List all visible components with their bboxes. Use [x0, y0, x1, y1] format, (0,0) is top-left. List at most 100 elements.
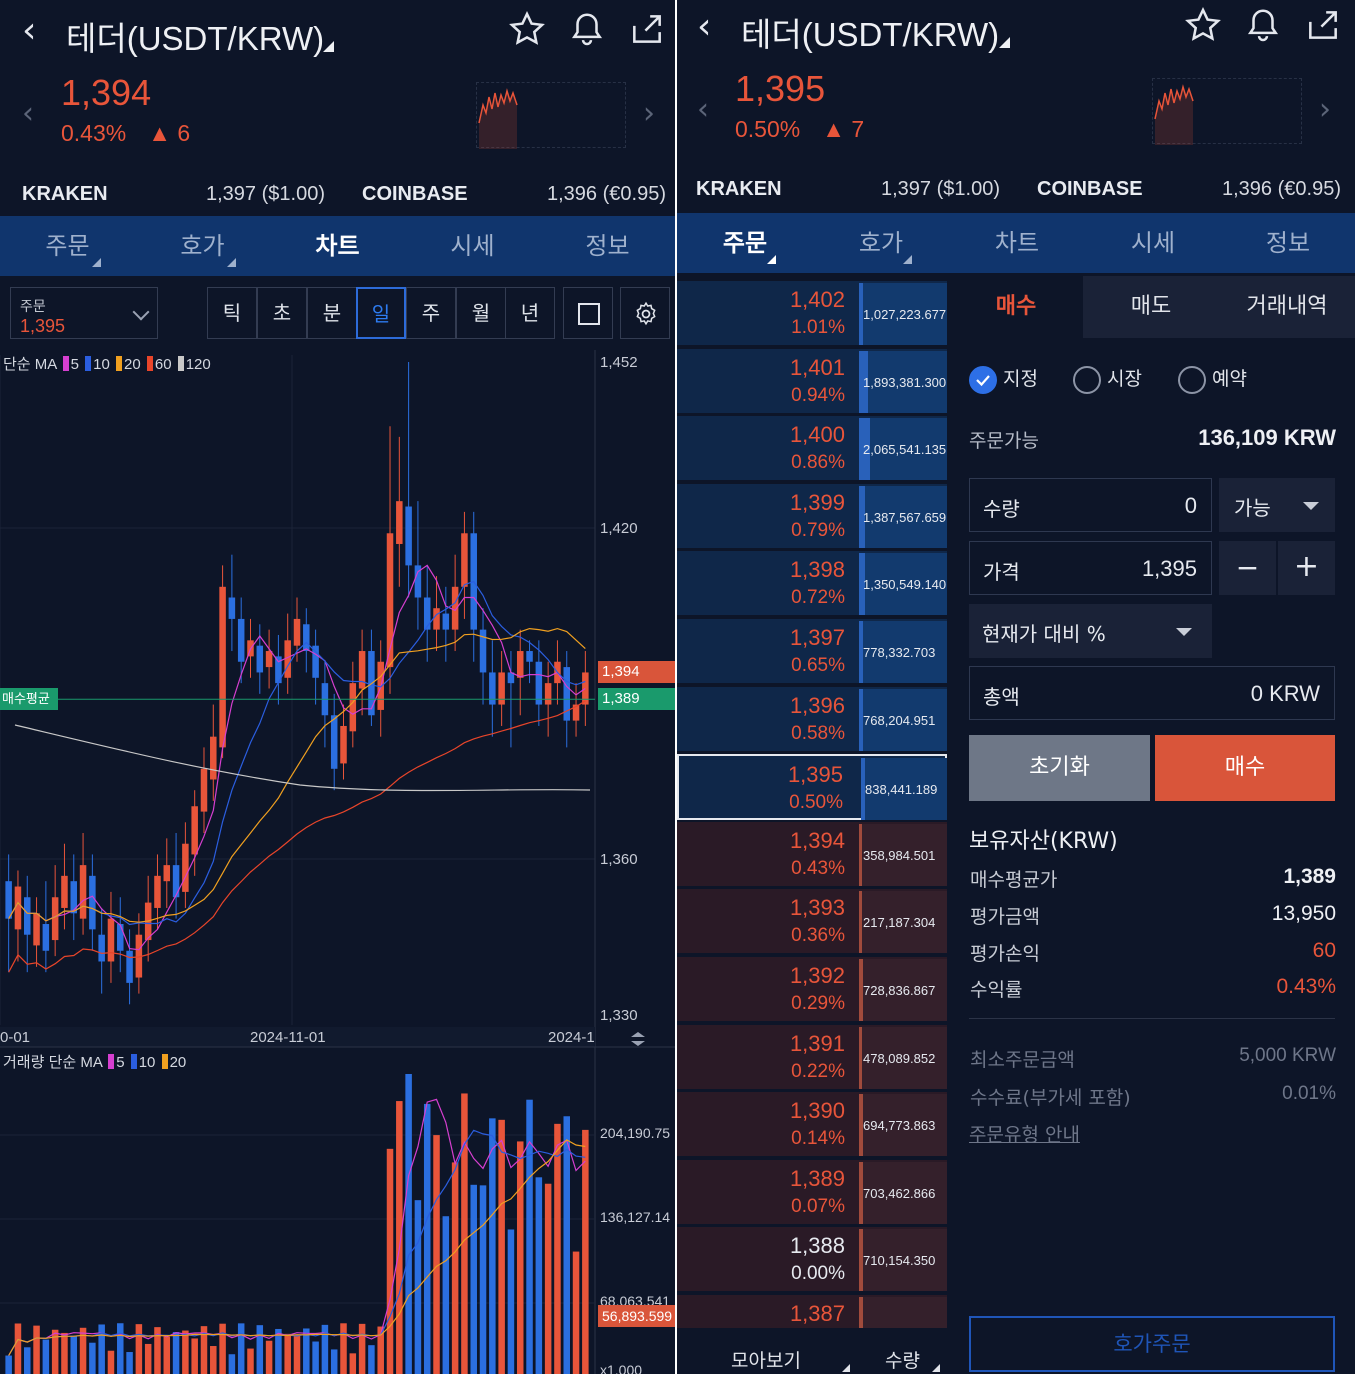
orderbook-row[interactable]: 1,387 [677, 1295, 947, 1328]
quantity-field[interactable]: 수량 0 [969, 478, 1212, 532]
chart-settings-button[interactable] [620, 287, 670, 339]
holdings-title: 보유자산(KRW) [969, 829, 1118, 854]
orderbook-change: 0.94% [791, 384, 845, 406]
drawing-tool-button[interactable] [563, 287, 613, 339]
price-increase-button[interactable]: + [1278, 541, 1335, 595]
back-icon[interactable]: ‹ [22, 10, 36, 51]
candle-body [42, 924, 50, 951]
orderbook-row[interactable]: 1,389 0.07% 703,462.866 [677, 1159, 947, 1226]
tab-label: 주문 [722, 229, 768, 257]
timeframe-week[interactable]: 주 [406, 287, 456, 339]
tab-orderbook[interactable]: 호가 [813, 213, 949, 273]
tab-market[interactable]: 시세 [1085, 213, 1221, 273]
page-title[interactable]: 테더(USDT/KRW) [66, 12, 324, 60]
orderbook[interactable]: 1,402 1.01% 1,027,223.677 1,401 0.94% 1,893,3… [677, 275, 947, 1328]
quote-order-button[interactable]: 호가주문 [969, 1316, 1335, 1372]
candlestick-chart[interactable] [0, 350, 675, 1374]
tab-info[interactable]: 정보 [1221, 213, 1355, 273]
share-icon[interactable] [628, 10, 666, 48]
timeframe-year[interactable]: 년 [505, 287, 555, 339]
share-icon[interactable] [1304, 6, 1342, 44]
resize-handle-icon[interactable] [628, 1031, 648, 1047]
page-title[interactable]: 테더(USDT/KRW) [741, 8, 999, 56]
orderbook-row[interactable]: 1,391 0.22% 478,089.852 [677, 1024, 947, 1091]
candle-body [303, 624, 310, 652]
reset-button[interactable]: 초기화 [969, 735, 1150, 801]
star-icon[interactable] [1184, 6, 1222, 44]
sell-tab[interactable]: 매도 [1083, 276, 1219, 338]
sparkline[interactable] [1152, 78, 1302, 145]
order-type-limit[interactable]: 지정 [969, 364, 1038, 394]
price-decrease-button[interactable]: − [1219, 541, 1276, 595]
orderbook-row[interactable]: 1,395 0.50% 838,441.189 [677, 754, 947, 821]
order-type-reserve[interactable]: 예약 [1178, 364, 1247, 394]
orderbook-row[interactable]: 1,397 0.65% 778,332.703 [677, 619, 947, 685]
buy-button[interactable]: 매수 [1155, 735, 1335, 801]
radio-label: 예약 [1212, 368, 1247, 390]
candle-body [526, 651, 533, 662]
volume-ma-legend: 거래량 단순 MA 5 10 20 [3, 1051, 186, 1072]
total-field[interactable]: 총액 0 KRW [969, 666, 1335, 720]
candle-body [79, 865, 87, 919]
star-icon[interactable] [508, 10, 546, 48]
next-coin-icon[interactable]: › [643, 96, 655, 131]
prev-coin-icon[interactable]: ‹ [22, 96, 34, 131]
timeframe-tick[interactable]: 틱 [207, 287, 257, 339]
bell-icon[interactable] [568, 10, 606, 48]
timeframe-second[interactable]: 초 [257, 287, 307, 339]
next-coin-icon[interactable]: › [1319, 92, 1331, 127]
orderbook-row[interactable]: 1,402 1.01% 1,027,223.677 [677, 281, 947, 347]
orderbook-row[interactable]: 1,390 0.14% 694,773.863 [677, 1092, 947, 1159]
timeframe-day[interactable]: 일 [356, 287, 406, 339]
title-dropdown-icon[interactable] [999, 37, 1010, 48]
tab-chart[interactable]: 차트 [270, 216, 405, 276]
price-axis-label: 1,360 [600, 851, 638, 868]
orderbook-row[interactable]: 1,399 0.79% 1,387,567.659 [677, 483, 947, 550]
percent-select[interactable]: 현재가 대비 % [969, 604, 1212, 658]
tab-order[interactable]: 주문 [677, 213, 813, 273]
orderbook-row[interactable]: 1,400 0.86% 2,065,541.135 [677, 416, 947, 483]
orderbook-price: 1,400 [789, 422, 845, 448]
prev-coin-icon[interactable]: ‹ [697, 92, 709, 127]
tab-info[interactable]: 정보 [540, 216, 675, 276]
volume-bar [451, 1162, 459, 1374]
buy-tab[interactable]: 매수 [949, 276, 1083, 338]
order-type-market[interactable]: 시장 [1073, 364, 1142, 394]
volume-axis-label: x1,000 [600, 1362, 643, 1374]
order-type-guide-link[interactable]: 주문유형 안내 [969, 1120, 1080, 1147]
quantity-option-select[interactable]: 가능 [1219, 478, 1335, 532]
orderbook-row[interactable]: 1,393 0.36% 217,187.304 [677, 889, 947, 956]
back-icon[interactable]: ‹ [697, 6, 711, 47]
timeframe-minute[interactable]: 분 [307, 287, 357, 339]
candle-body [182, 843, 189, 892]
quantity-view-button[interactable]: 수량 [885, 1346, 920, 1373]
orderbook-row[interactable]: 1,401 0.94% 1,893,381.300 [677, 348, 947, 415]
timeframe-month[interactable]: 월 [456, 287, 506, 339]
volume-bar [14, 1323, 22, 1374]
tab-market[interactable]: 시세 [405, 216, 540, 276]
history-tab[interactable]: 거래내역 [1219, 276, 1355, 338]
order-select[interactable]: 주문 1,395 [10, 287, 158, 339]
orderbook-volume-fill [859, 621, 863, 683]
title-dropdown-icon[interactable] [323, 41, 334, 52]
orderbook-row[interactable]: 1,394 0.43% 358,984.501 [677, 821, 947, 888]
tab-order[interactable]: 주문 [0, 216, 135, 276]
volume-bar [368, 1345, 375, 1374]
tab-orderbook[interactable]: 호가 [135, 216, 270, 276]
orderbook-row[interactable]: 1,392 0.29% 728,836.867 [677, 957, 947, 1023]
price-field[interactable]: 가격 1,395 [969, 541, 1212, 595]
orderbook-row[interactable]: 1,388 0.00% 710,154.350 [677, 1227, 947, 1294]
tab-chart[interactable]: 차트 [949, 213, 1085, 273]
volume-bar [349, 1353, 357, 1374]
volume-bar [535, 1177, 543, 1374]
orderbook-row[interactable]: 1,396 0.58% 768,204.951 [677, 686, 947, 753]
volume-bar [330, 1349, 338, 1374]
orderbook-row[interactable]: 1,398 0.72% 1,350,549.140 [677, 551, 947, 618]
ma-color-swatch [161, 1054, 168, 1069]
sparkline[interactable] [476, 82, 626, 149]
collect-view-button[interactable]: 모아보기 [731, 1346, 801, 1373]
candle-body [535, 661, 543, 705]
orderbook-volume: 358,984.501 [863, 847, 936, 863]
bell-icon[interactable] [1244, 6, 1282, 44]
minus-icon: − [1235, 551, 1260, 584]
